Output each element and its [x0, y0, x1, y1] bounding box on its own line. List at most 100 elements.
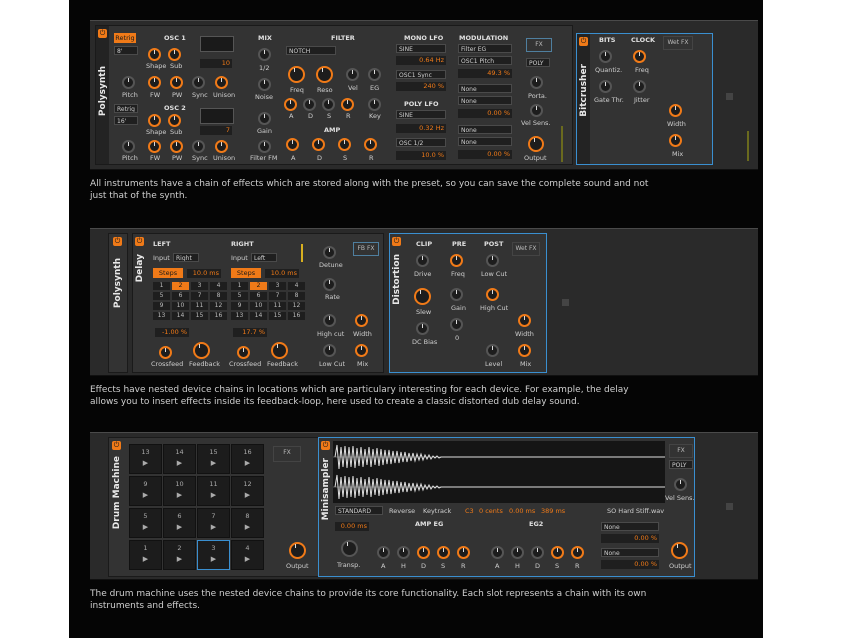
drum-pad-2[interactable]: 2 ▶ [163, 540, 196, 570]
osc1-pitch-knob[interactable] [122, 76, 135, 89]
pre-zero-knob[interactable] [450, 318, 463, 331]
sampler-fx-button[interactable]: FX [669, 444, 693, 458]
osc1-voices-value[interactable]: 10 [200, 59, 232, 68]
play-icon[interactable]: ▶ [164, 555, 195, 563]
right-step-12[interactable]: 12 [288, 302, 305, 310]
voice-mode-dropdown[interactable]: POLY [526, 58, 550, 67]
right-step-16[interactable]: 16 [288, 312, 305, 320]
play-icon[interactable]: ▶ [232, 555, 263, 563]
drive-knob[interactable] [416, 254, 429, 267]
drum-pad-16[interactable]: 16 ▶ [231, 444, 264, 474]
add-device-icon[interactable] [726, 93, 733, 100]
amp-eg-a-knob[interactable] [377, 546, 390, 559]
play-icon[interactable]: ▶ [164, 491, 195, 499]
mod3-dest-dropdown[interactable]: None [458, 137, 512, 146]
osc2-pw-knob[interactable] [170, 140, 183, 153]
sampler-mod2-amount-value[interactable]: 0.00 % [601, 560, 659, 569]
drum-pad-11[interactable]: 11 ▶ [197, 476, 230, 506]
right-feedback-knob[interactable] [271, 342, 288, 359]
slew-knob[interactable] [414, 288, 431, 305]
reverse-toggle[interactable]: Reverse [389, 507, 415, 515]
sampler-voice-mode-dropdown[interactable]: POLY [669, 460, 693, 469]
power-icon[interactable]: ⏻ [112, 441, 121, 450]
filter-freq-knob[interactable] [288, 66, 305, 83]
eg2-a-knob[interactable] [491, 546, 504, 559]
osc2-fw-knob[interactable] [148, 140, 161, 153]
left-input-dropdown[interactable]: Right [173, 253, 199, 262]
delay-mix-knob[interactable] [355, 344, 368, 357]
fx-button[interactable]: FX [526, 38, 552, 52]
left-step-11[interactable]: 11 [191, 302, 208, 310]
drum-pad-10[interactable]: 10 ▶ [163, 476, 196, 506]
power-icon[interactable]: ⏻ [579, 37, 588, 46]
bitcrusher-width-knob[interactable] [669, 104, 682, 117]
left-step-3[interactable]: 3 [191, 282, 208, 290]
poly-lfo-wave-dropdown[interactable]: SINE [396, 110, 446, 119]
clock-freq-knob[interactable] [633, 50, 646, 63]
mod2-amount-value[interactable]: 0.00 % [458, 109, 512, 118]
sampler-mode-dropdown[interactable]: STANDARD [335, 506, 383, 515]
filter-s-knob[interactable] [322, 98, 335, 111]
cents-value[interactable]: 0 cents [479, 507, 503, 515]
wet-fx-button[interactable]: Wet FX [512, 242, 540, 256]
porta-knob[interactable] [530, 76, 543, 89]
mono-lfo-target-dropdown[interactable]: OSC1 Sync [396, 70, 446, 79]
left-steps-button[interactable]: Steps [153, 268, 183, 278]
right-step-4[interactable]: 4 [288, 282, 305, 290]
eg2-s-knob[interactable] [551, 546, 564, 559]
osc2-unison-knob[interactable] [215, 140, 228, 153]
left-step-2[interactable]: 2 [172, 282, 189, 290]
osc2-pitch-knob[interactable] [122, 140, 135, 153]
add-device-icon[interactable] [562, 299, 569, 306]
right-step-7[interactable]: 7 [269, 292, 286, 300]
left-step-4[interactable]: 4 [210, 282, 227, 290]
left-crossfeed-knob[interactable] [159, 346, 172, 359]
drum-pad-14[interactable]: 14 ▶ [163, 444, 196, 474]
left-step-14[interactable]: 14 [172, 312, 189, 320]
mod2-dest-dropdown[interactable]: None [458, 96, 512, 105]
low-cut-knob[interactable] [323, 344, 336, 357]
rate-knob[interactable] [323, 278, 336, 291]
mod1-source-dropdown[interactable]: Filter EG [458, 44, 512, 53]
play-icon[interactable]: ▶ [198, 523, 229, 531]
right-step-10[interactable]: 10 [250, 302, 267, 310]
distortion-mix-knob[interactable] [518, 344, 531, 357]
right-step-8[interactable]: 8 [288, 292, 305, 300]
sampler-time-value[interactable]: 0.00 ms [335, 522, 369, 531]
osc2-voices-value[interactable]: 7 [200, 126, 232, 135]
pre-gain-knob[interactable] [450, 288, 463, 301]
high-cut-knob[interactable] [323, 314, 336, 327]
power-icon[interactable]: ⏻ [113, 237, 122, 246]
mod2-source-dropdown[interactable]: None [458, 84, 512, 93]
play-icon[interactable]: ▶ [198, 555, 229, 563]
filter-r-knob[interactable] [341, 98, 354, 111]
root-note-value[interactable]: C3 [465, 507, 474, 515]
osc2-sub-knob[interactable] [168, 114, 181, 127]
drum-pad-6[interactable]: 6 ▶ [163, 508, 196, 538]
left-step-6[interactable]: 6 [172, 292, 189, 300]
filter-reso-knob[interactable] [316, 66, 333, 83]
mix-osc-knob[interactable] [258, 48, 271, 61]
right-step-14[interactable]: 14 [250, 312, 267, 320]
amp-r-knob[interactable] [364, 138, 377, 151]
right-steps-button[interactable]: Steps [231, 268, 261, 278]
mod3-amount-value[interactable]: 0.00 % [458, 150, 512, 159]
right-step-2[interactable]: 2 [250, 282, 267, 290]
sampler-mod1-source-dropdown[interactable]: None [601, 522, 659, 531]
mod3-source-dropdown[interactable]: None [458, 125, 512, 134]
play-icon[interactable]: ▶ [198, 491, 229, 499]
left-step-12[interactable]: 12 [210, 302, 227, 310]
vel-sens-knob[interactable] [530, 104, 543, 117]
filter-key-knob[interactable] [368, 98, 381, 111]
mod1-dest-dropdown[interactable]: OSC1 Pitch [458, 56, 512, 65]
drum-pad-8[interactable]: 8 ▶ [231, 508, 264, 538]
sampler-vel-sens-knob[interactable] [674, 478, 687, 491]
mix-gain-knob[interactable] [258, 112, 271, 125]
add-device-icon[interactable] [726, 503, 733, 510]
filter-a-knob[interactable] [284, 98, 297, 111]
left-step-15[interactable]: 15 [191, 312, 208, 320]
play-icon[interactable]: ▶ [130, 491, 161, 499]
poly-lfo-amount-value[interactable]: 10.0 % [396, 151, 446, 160]
drum-pad-1[interactable]: 1 ▶ [129, 540, 162, 570]
poly-lfo-target-dropdown[interactable]: OSC 1/2 [396, 138, 446, 147]
